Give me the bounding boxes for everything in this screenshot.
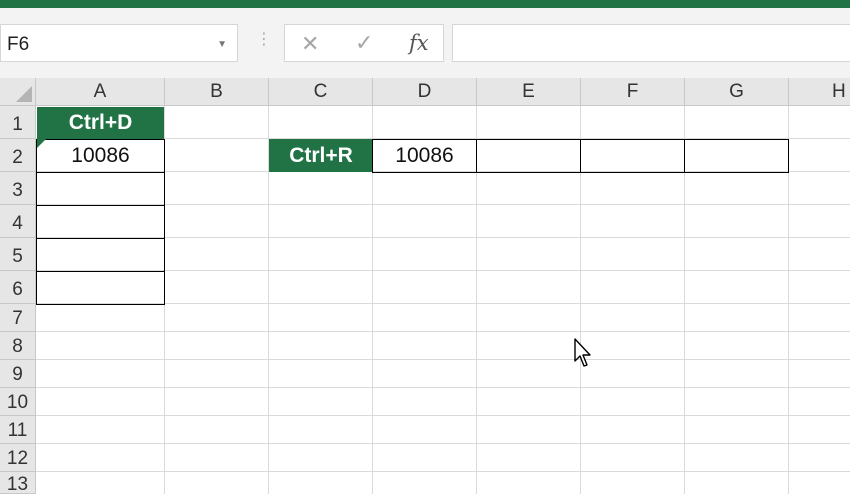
row-header-8[interactable]: 8	[0, 332, 36, 360]
formula-input[interactable]	[452, 24, 850, 62]
row-header-13[interactable]: 13	[0, 472, 36, 495]
column-header-a[interactable]: A	[36, 78, 165, 106]
mouse-pointer-icon	[574, 338, 591, 367]
column-header-e[interactable]: E	[477, 78, 581, 106]
gridline	[36, 471, 850, 472]
row-header-12[interactable]: 12	[0, 444, 36, 472]
select-all-icon	[16, 86, 32, 102]
worksheet-grid[interactable]: A B C D E F G H 1 2 3 4 5 6 7 8 9 10 11 …	[0, 78, 850, 495]
drag-handle-icon[interactable]: ⋮	[256, 32, 272, 48]
column-header-h[interactable]: H	[789, 78, 850, 106]
row-header-5[interactable]: 5	[0, 238, 36, 271]
name-box-value: F6	[7, 34, 30, 55]
cell-a4[interactable]	[36, 205, 165, 239]
row-header-3[interactable]: 3	[0, 172, 36, 205]
row-header-9[interactable]: 9	[0, 360, 36, 388]
row-header-2[interactable]: 2	[0, 139, 36, 172]
insert-function-icon[interactable]: fx	[409, 31, 429, 55]
cell-a2[interactable]: 10086	[36, 139, 165, 173]
cell-a3[interactable]	[36, 172, 165, 206]
cell-c2[interactable]: Ctrl+R	[269, 139, 373, 172]
gridline	[36, 331, 850, 332]
enter-icon[interactable]: ✓	[355, 30, 373, 56]
column-header-b[interactable]: B	[165, 78, 269, 106]
column-header-d[interactable]: D	[373, 78, 477, 106]
row-header-10[interactable]: 10	[0, 388, 36, 416]
gridline	[36, 359, 850, 360]
row-header-1[interactable]: 1	[0, 106, 36, 139]
formula-buttons: ✕ ✓ fx	[284, 24, 444, 62]
cell-g2[interactable]	[684, 139, 789, 173]
ribbon-accent-bar	[0, 0, 850, 8]
cell-a1[interactable]: Ctrl+D	[37, 107, 164, 139]
cancel-icon[interactable]: ✕	[301, 31, 319, 57]
select-all-button[interactable]	[0, 78, 36, 106]
cell-f2[interactable]	[580, 139, 685, 173]
column-header-f[interactable]: F	[581, 78, 685, 106]
row-header-4[interactable]: 4	[0, 205, 36, 238]
gridline	[36, 415, 850, 416]
column-header-c[interactable]: C	[269, 78, 373, 106]
error-indicator-icon[interactable]	[37, 139, 46, 148]
chevron-down-icon[interactable]: ▼	[217, 39, 227, 50]
cell-a5[interactable]	[36, 238, 165, 272]
cell-d2[interactable]: 10086	[372, 139, 477, 173]
row-header-6[interactable]: 6	[0, 271, 36, 304]
gridline	[36, 443, 850, 444]
gridline	[36, 387, 850, 388]
row-header-7[interactable]: 7	[0, 304, 36, 332]
column-header-g[interactable]: G	[685, 78, 789, 106]
row-header-11[interactable]: 11	[0, 416, 36, 444]
cell-e2[interactable]	[476, 139, 581, 173]
cell-a6[interactable]	[36, 271, 165, 305]
name-box[interactable]: F6 ▼	[0, 24, 238, 62]
